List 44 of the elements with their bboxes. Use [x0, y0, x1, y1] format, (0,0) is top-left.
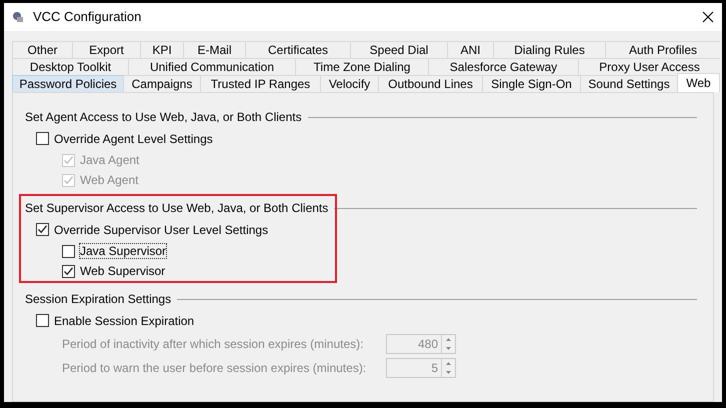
group-title: Set Agent Access to Use Web, Java, or Both Clients: [25, 109, 302, 126]
spinner-value: 5: [430, 360, 439, 377]
tab[interactable]: Dialing Rules: [493, 41, 605, 58]
tab[interactable]: Time Zone Dialing: [295, 58, 428, 75]
tab[interactable]: Proxy User Access: [578, 58, 720, 75]
tab[interactable]: Web: [677, 73, 720, 92]
tab[interactable]: Single Sign-On: [482, 75, 580, 92]
checkbox[interactable]: [62, 264, 75, 278]
checkbox-label: Java Agent: [80, 153, 140, 167]
field-label: Period of inactivity after which session expires (minutes):: [62, 336, 364, 353]
checkbox-label: Override Supervisor User Level Settings: [54, 222, 268, 236]
tab[interactable]: Campaigns: [123, 75, 200, 92]
tab[interactable]: Unified Communication: [128, 58, 295, 75]
tab[interactable]: Auth Profiles: [605, 41, 720, 58]
tab[interactable]: Desktop Toolkit: [12, 58, 128, 75]
tab[interactable]: KPI: [140, 41, 183, 58]
tab[interactable]: Certificates: [245, 41, 350, 58]
tab[interactable]: ANI: [447, 41, 493, 58]
tab[interactable]: Password Policies: [12, 75, 123, 92]
checkbox-label: Java Supervisor: [80, 244, 166, 258]
checkbox[interactable]: [62, 244, 75, 258]
checkbox-label: Web Supervisor: [80, 264, 166, 278]
tab[interactable]: Sound Settings: [580, 75, 677, 92]
tab[interactable]: Other: [12, 41, 72, 58]
spinner-value: 480: [416, 336, 439, 353]
checkbox[interactable]: [36, 223, 49, 236]
checkbox-label: Override Agent Level Settings: [54, 132, 213, 146]
tab[interactable]: Velocify: [320, 75, 378, 92]
checkbox-label: Enable Session Expiration: [54, 314, 194, 328]
checkbox-label: Web Agent: [80, 173, 138, 187]
tab[interactable]: E-Mail: [183, 41, 245, 58]
field-label: Period to warn the user before session expires (minutes):: [62, 360, 368, 377]
checkbox[interactable]: [36, 314, 49, 327]
app-icon: [12, 11, 24, 23]
tab[interactable]: Speed Dial: [350, 41, 447, 58]
window-title: VCC Configuration: [33, 8, 142, 26]
group-title: Session Expiration Settings: [25, 291, 172, 308]
close-icon[interactable]: [702, 11, 714, 23]
tab[interactable]: Salesforce Gateway: [428, 58, 578, 75]
tab[interactable]: Outbound Lines: [378, 75, 482, 92]
checkbox[interactable]: [36, 132, 49, 145]
tab[interactable]: Trusted IP Ranges: [200, 75, 320, 92]
group-title: Set Supervisor Access to Use Web, Java, or Both Clients: [25, 200, 328, 217]
tab[interactable]: Export: [72, 41, 140, 58]
